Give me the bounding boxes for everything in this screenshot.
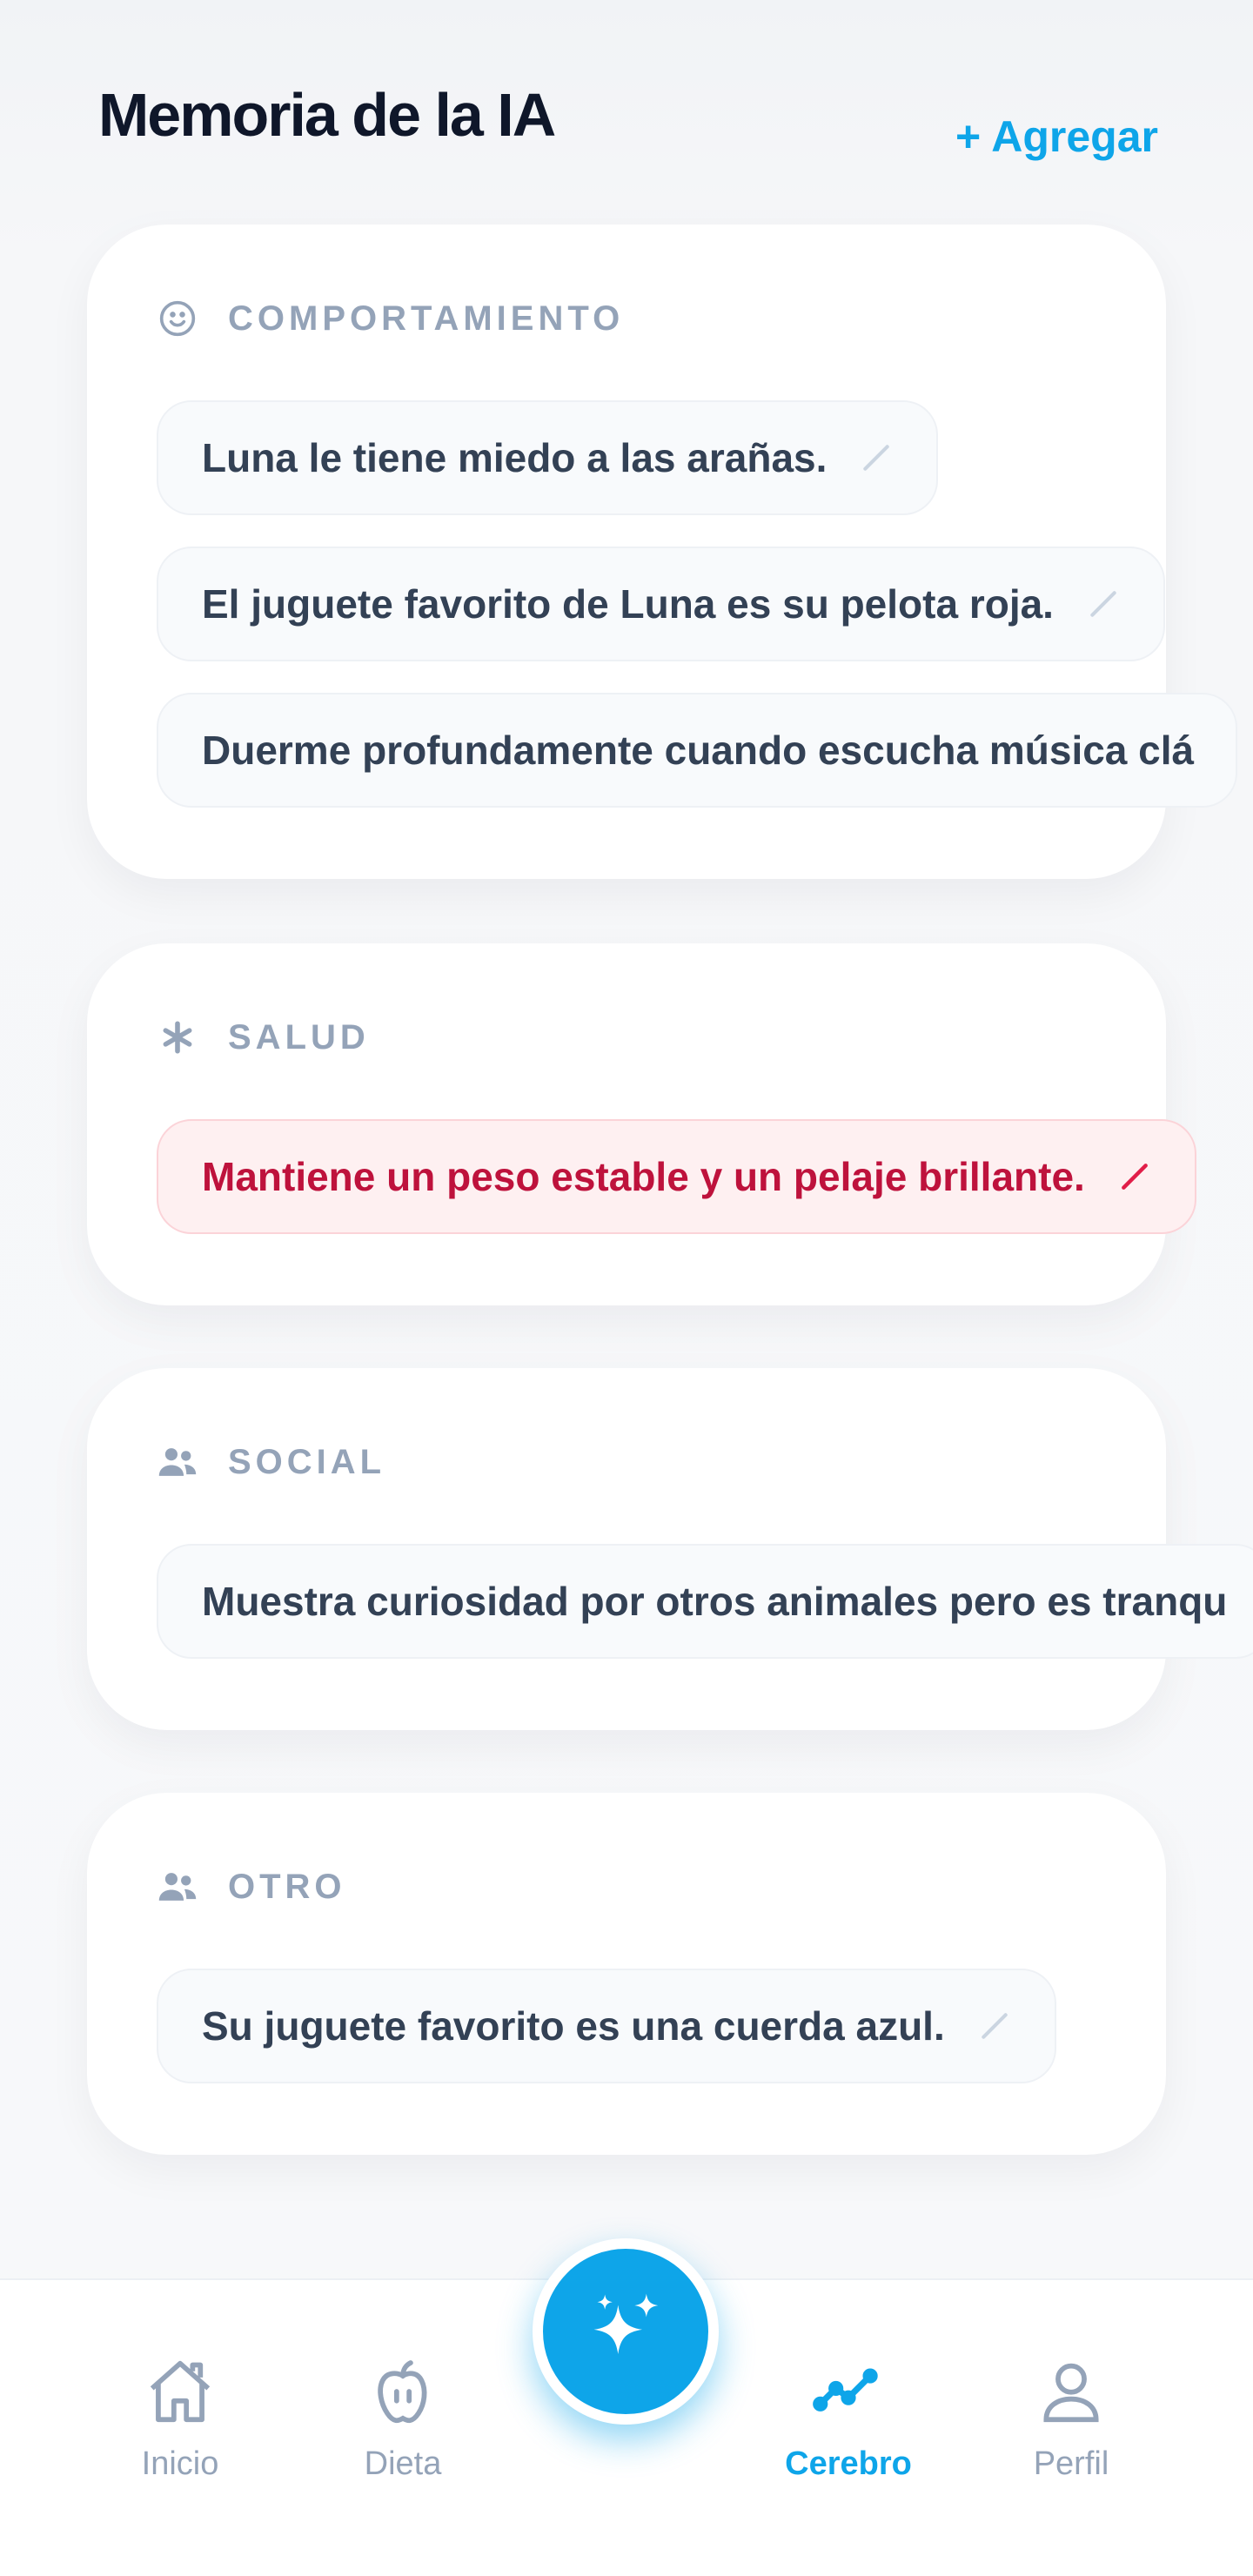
home-icon — [93, 2350, 267, 2433]
memory-chip[interactable]: El juguete favorito de Luna es su pelota… — [157, 547, 1165, 661]
nav-label: Inicio — [141, 2445, 219, 2482]
smile-icon — [157, 298, 198, 339]
category-card-health: SALUD Mantiene un peso estable y un pela… — [87, 943, 1196, 1305]
people-icon — [157, 1441, 198, 1483]
category-label: SALUD — [228, 1017, 370, 1057]
category-label: COMPORTAMIENTO — [228, 299, 625, 338]
nav-label: Cerebro — [785, 2445, 912, 2482]
nav-item-perfil[interactable]: Perfil — [984, 2350, 1158, 2483]
nav-label: Dieta — [364, 2445, 442, 2482]
category-label: SOCIAL — [228, 1442, 386, 1481]
memory-chip[interactable]: Su juguete favorito es una cuerda azul. — [157, 1969, 1056, 2083]
memory-text: Su juguete favorito es una cuerda azul. — [202, 2003, 945, 2049]
nav-item-inicio[interactable]: Inicio — [93, 2350, 267, 2483]
pencil-icon[interactable] — [860, 440, 895, 475]
nav-label: Perfil — [1033, 2445, 1109, 2482]
pencil-icon[interactable] — [1118, 1159, 1153, 1194]
page-title: Memoria de la IA — [98, 81, 556, 149]
memory-text: Mantiene un peso estable y un pelaje bri… — [202, 1154, 1085, 1199]
memory-text: Duerme profundamente cuando escucha músi… — [202, 728, 1195, 773]
trend-icon — [761, 2350, 935, 2433]
ai-assistant-fab[interactable] — [533, 2238, 719, 2425]
nav-item-cerebro[interactable]: Cerebro — [761, 2350, 935, 2483]
memory-text: El juguete favorito de Luna es su pelota… — [202, 581, 1054, 627]
memory-chip[interactable]: Mantiene un peso estable y un pelaje bri… — [157, 1119, 1196, 1234]
memory-chip[interactable]: Muestra curiosidad por otros animales pe… — [157, 1544, 1253, 1659]
memory-text: Luna le tiene miedo a las arañas. — [202, 435, 828, 480]
memory-text: Muestra curiosidad por otros animales pe… — [202, 1579, 1228, 1624]
category-card-behavior: COMPORTAMIENTO Luna le tiene miedo a las… — [87, 225, 1238, 879]
category-label: OTRO — [228, 1867, 346, 1906]
user-icon — [984, 2350, 1158, 2433]
add-memory-button[interactable]: + Agregar — [955, 111, 1158, 162]
category-card-social: SOCIAL Muestra curiosidad por otros anim… — [87, 1368, 1253, 1730]
nav-item-dieta[interactable]: Dieta — [316, 2350, 490, 2483]
category-card-other: OTRO Su juguete favorito es una cuerda a… — [87, 1793, 1166, 2155]
asterisk-icon — [157, 1016, 198, 1058]
memory-chip[interactable]: Luna le tiene miedo a las arañas. — [157, 400, 939, 515]
sparkles-icon — [580, 2286, 671, 2377]
pencil-icon[interactable] — [978, 2009, 1013, 2043]
people-icon — [157, 1866, 198, 1908]
pencil-icon[interactable] — [1087, 587, 1122, 621]
apple-icon — [316, 2350, 490, 2433]
memory-chip[interactable]: Duerme profundamente cuando escucha músi… — [157, 693, 1238, 808]
